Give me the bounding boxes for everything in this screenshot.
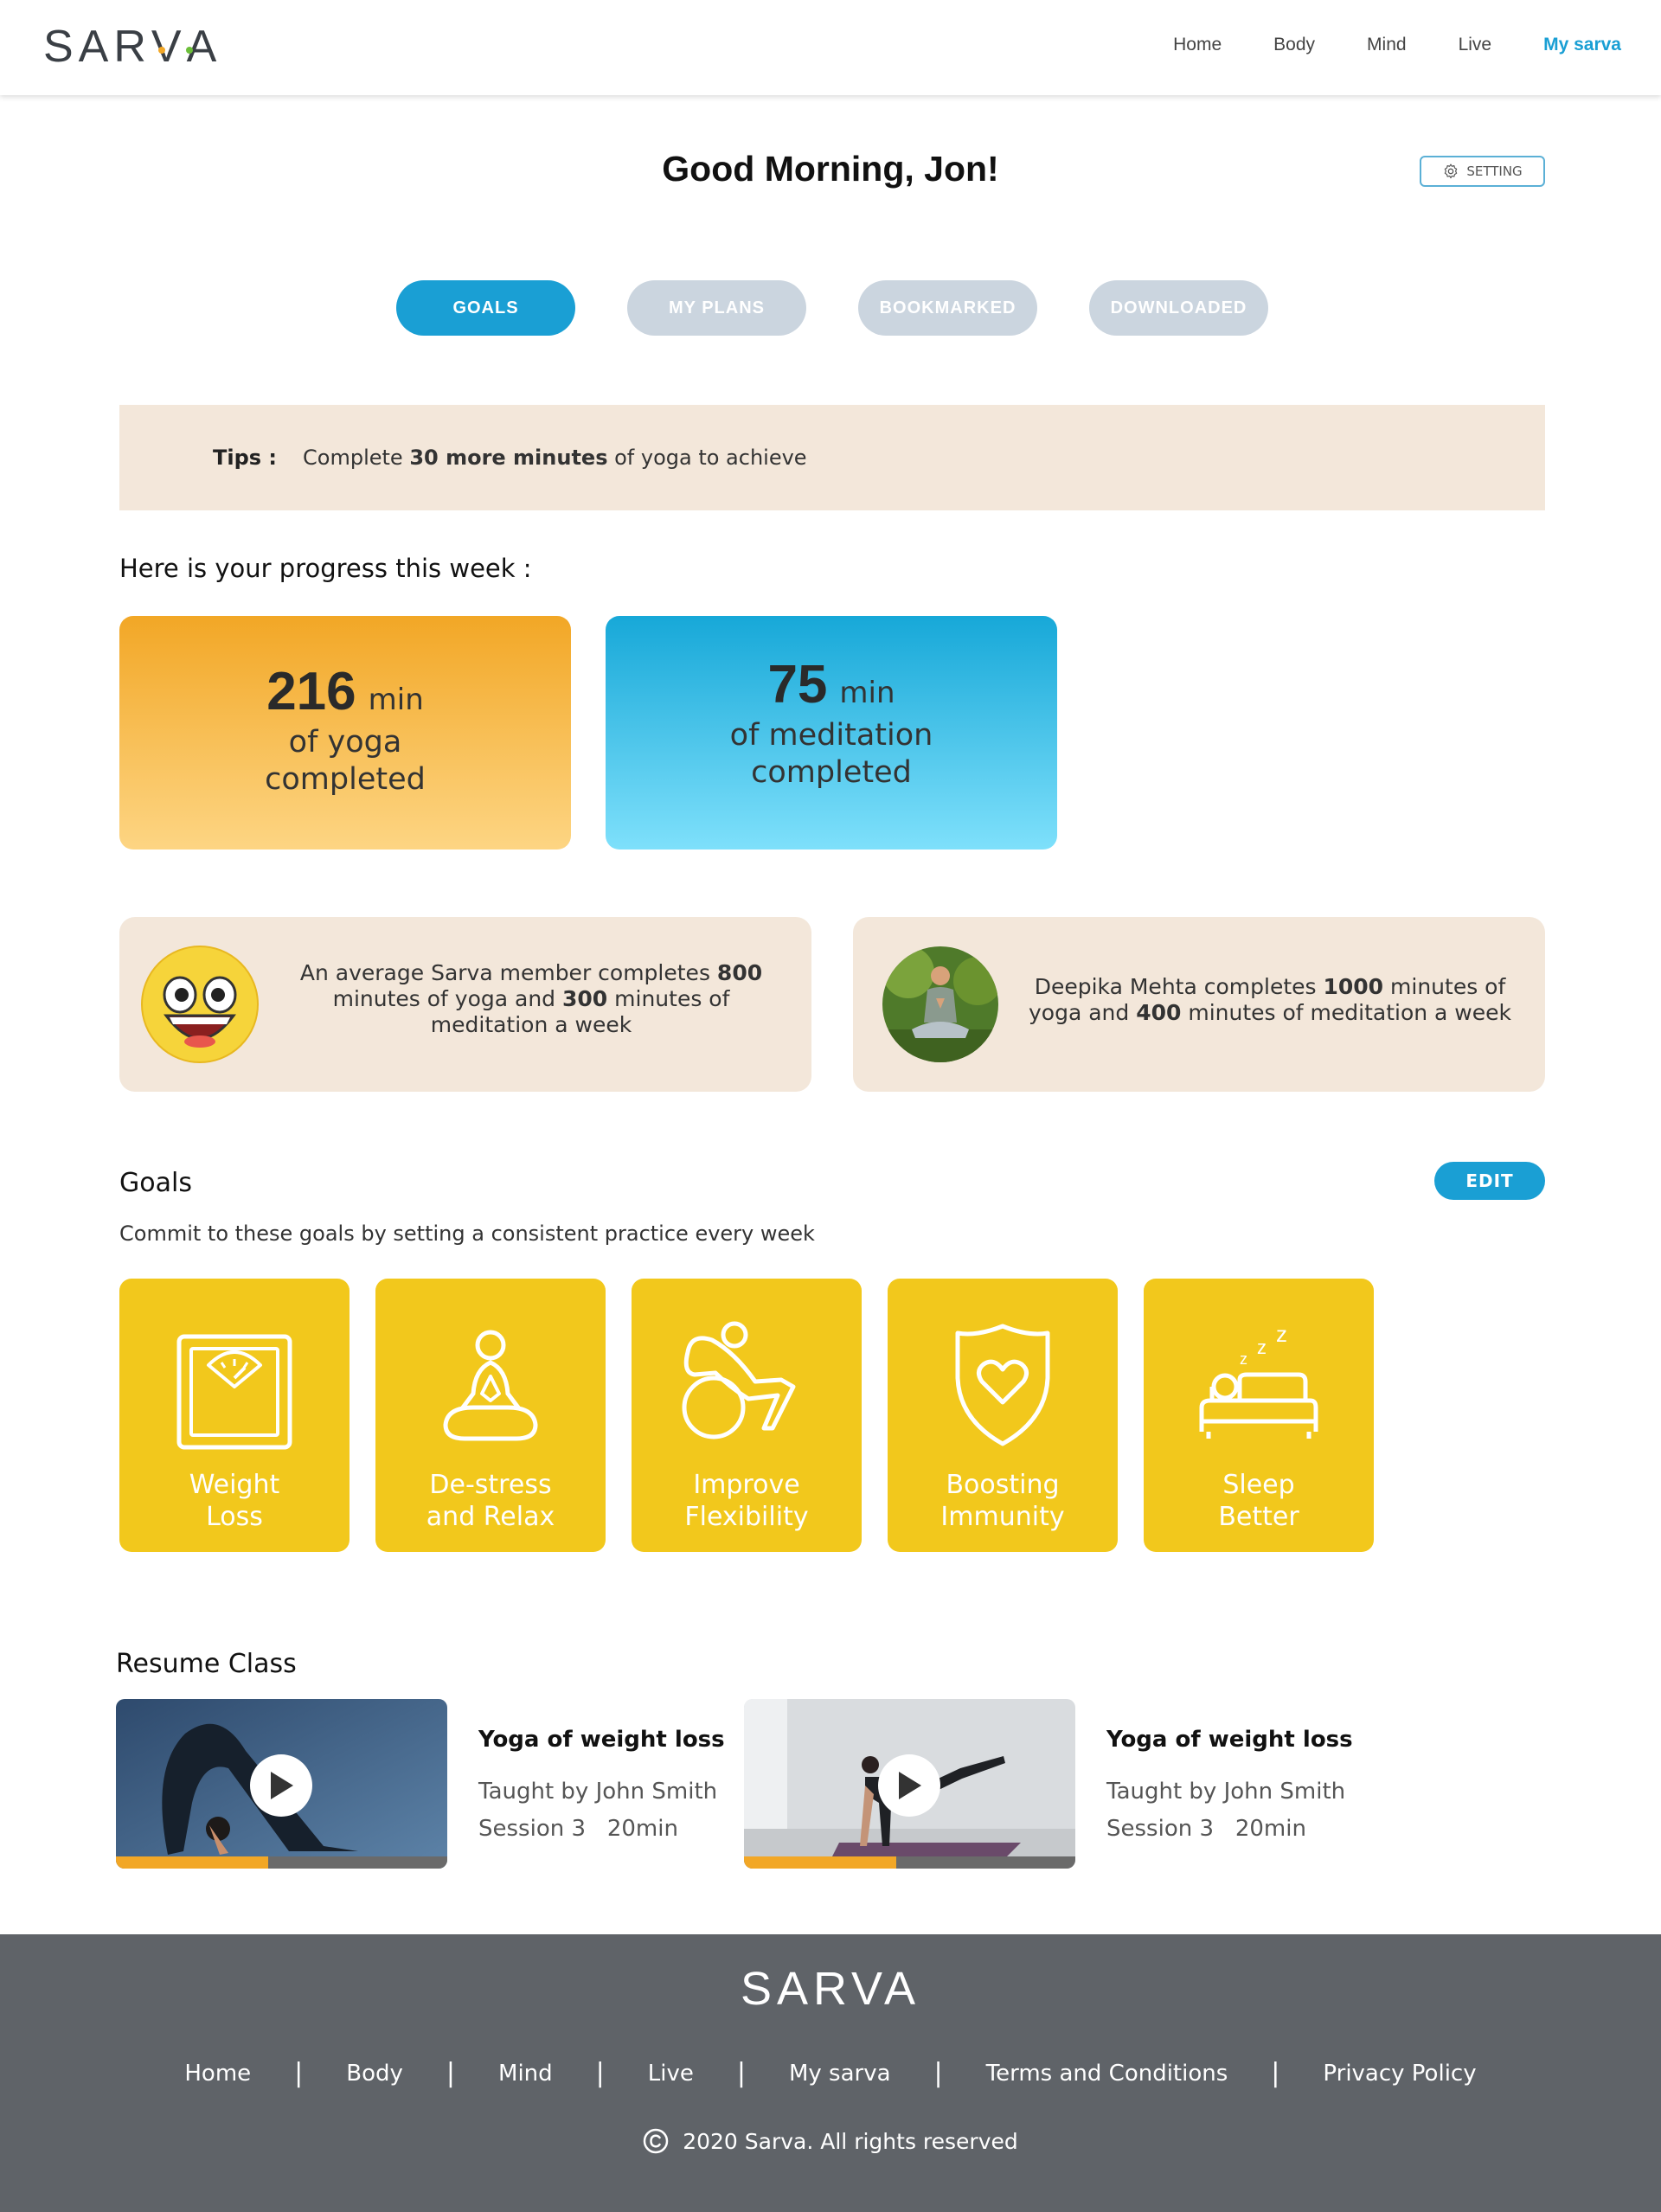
class-thumbnail-1[interactable]	[116, 1699, 447, 1869]
goal-sleep-better[interactable]: z z z Sleep Better	[1144, 1279, 1374, 1552]
average-member-text: An average Sarva member completes 800 mi…	[299, 960, 763, 1037]
footer-link-mind[interactable]: Mind	[498, 2061, 553, 2087]
yoga-stat-line2: completed	[265, 762, 426, 797]
nav-home[interactable]: Home	[1173, 35, 1222, 55]
goal-label: Boosting Immunity	[940, 1470, 1065, 1532]
nav-body[interactable]: Body	[1273, 35, 1315, 55]
meditation-stat-line2: completed	[751, 755, 912, 790]
footer-link-terms[interactable]: Terms and Conditions	[986, 2061, 1228, 2087]
scale-icon	[176, 1334, 292, 1450]
top-header: SAR V A Home Body Mind Live My sarva	[0, 0, 1661, 95]
logo-v-mark: V	[151, 21, 193, 73]
meditation-icon	[443, 1330, 538, 1441]
goal-improve-flexibility[interactable]: Improve Flexibility	[632, 1279, 862, 1552]
happy-emoji-icon	[141, 946, 259, 1063]
class-thumbnail-2[interactable]	[744, 1699, 1075, 1869]
goal-weight-loss[interactable]: Weight Loss	[119, 1279, 350, 1552]
meditation-stat-line1: of meditation	[729, 718, 933, 753]
divider: |	[736, 2058, 746, 2088]
footer-link-privacy[interactable]: Privacy Policy	[1323, 2061, 1476, 2087]
tab-goals[interactable]: GOALS	[396, 280, 575, 336]
footer-links: Home | Body | Mind | Live | My sarva | T…	[0, 2058, 1661, 2088]
average-member-card: An average Sarva member completes 800 mi…	[119, 917, 811, 1092]
goals-subtitle: Commit to these goals by setting a consi…	[119, 1221, 815, 1246]
goal-label: Improve Flexibility	[684, 1470, 809, 1532]
footer-link-home[interactable]: Home	[184, 2061, 251, 2087]
tab-bar: GOALS MY PLANS BOOKMARKED DOWNLOADED	[396, 280, 1268, 336]
yoga-minutes-unit: min	[368, 683, 424, 717]
class-session: Session 3 20min	[478, 1816, 678, 1842]
class-info-1: Yoga of weight loss Taught by John Smith…	[478, 1727, 725, 1848]
class-session: Session 3 20min	[1106, 1816, 1306, 1842]
yoga-stat-line1: of yoga	[288, 725, 402, 760]
goal-boosting-immunity[interactable]: Boosting Immunity	[888, 1279, 1118, 1552]
footer-link-my-sarva[interactable]: My sarva	[789, 2061, 891, 2087]
class-progress-bar	[116, 1856, 447, 1869]
play-icon	[271, 1772, 293, 1799]
avatar	[882, 946, 998, 1062]
divider: |	[595, 2058, 605, 2088]
class-progress-fill	[116, 1856, 269, 1869]
nav-my-sarva[interactable]: My sarva	[1543, 35, 1621, 55]
goal-label: Weight Loss	[189, 1470, 280, 1532]
sleep-bed-icon: z z z	[1199, 1321, 1318, 1439]
deepika-text: Deepika Mehta completes 1000 minutes of …	[1029, 974, 1511, 1025]
footer-link-body[interactable]: Body	[346, 2061, 403, 2087]
goals-title: Goals	[119, 1168, 192, 1198]
class-title[interactable]: Yoga of weight loss	[1106, 1727, 1353, 1753]
greeting-title: Good Morning, Jon!	[662, 149, 999, 189]
play-button[interactable]	[250, 1754, 312, 1817]
tab-my-plans[interactable]: MY PLANS	[627, 280, 806, 336]
class-progress-bar	[744, 1856, 1075, 1869]
play-button[interactable]	[878, 1754, 940, 1817]
divider: |	[446, 2058, 456, 2088]
tab-downloaded[interactable]: DOWNLOADED	[1089, 280, 1268, 336]
sarva-logo[interactable]: SAR V A	[43, 21, 221, 73]
shield-heart-icon	[955, 1324, 1050, 1446]
play-icon	[899, 1772, 921, 1799]
class-title[interactable]: Yoga of weight loss	[478, 1727, 725, 1753]
setting-button[interactable]: SETTING	[1420, 156, 1545, 187]
meditation-stat-card: 75 min of meditation completed	[606, 616, 1057, 850]
footer-logo[interactable]: SARVA	[0, 1962, 1661, 2016]
tips-label: Tips :	[213, 446, 278, 470]
class-progress-fill	[744, 1856, 897, 1869]
copyright-icon	[643, 2128, 669, 2154]
svg-text:z: z	[1257, 1337, 1267, 1358]
tips-banner: Tips : Complete 30 more minutes of yoga …	[119, 405, 1545, 510]
deepika-card: Deepika Mehta completes 1000 minutes of …	[853, 917, 1545, 1092]
class-teacher: Taught by John Smith	[1106, 1779, 1346, 1805]
copyright: 2020 Sarva. All rights reserved	[0, 2128, 1661, 2154]
goal-label: Sleep Better	[1218, 1470, 1299, 1532]
nav-mind[interactable]: Mind	[1367, 35, 1407, 55]
divider: |	[294, 2058, 304, 2088]
class-info-2: Yoga of weight loss Taught by John Smith…	[1106, 1727, 1353, 1848]
class-teacher: Taught by John Smith	[478, 1779, 718, 1805]
svg-text:z: z	[1276, 1321, 1287, 1347]
progress-title: Here is your progress this week :	[119, 554, 532, 583]
goal-de-stress[interactable]: De-stress and Relax	[375, 1279, 606, 1552]
svg-text:z: z	[1240, 1350, 1247, 1368]
exercise-ball-icon	[682, 1321, 796, 1439]
main-nav: Home Body Mind Live My sarva	[1121, 35, 1621, 55]
setting-label: SETTING	[1466, 163, 1523, 179]
nav-live[interactable]: Live	[1459, 35, 1492, 55]
edit-goals-button[interactable]: EDIT	[1434, 1162, 1545, 1200]
meditation-minutes-value: 75	[767, 655, 828, 715]
footer-link-live[interactable]: Live	[648, 2061, 694, 2087]
gear-icon	[1445, 163, 1458, 179]
divider: |	[933, 2058, 943, 2088]
divider: |	[1271, 2058, 1280, 2088]
goal-label: De-stress and Relax	[426, 1470, 555, 1532]
tab-bookmarked[interactable]: BOOKMARKED	[858, 280, 1037, 336]
resume-class-title: Resume Class	[116, 1649, 297, 1679]
meditation-minutes-unit: min	[839, 676, 895, 710]
yoga-minutes-value: 216	[266, 662, 356, 721]
tips-text: Complete 30 more minutes of yoga to achi…	[303, 446, 807, 470]
copyright-text: 2020 Sarva. All rights reserved	[683, 2128, 1018, 2154]
logo-v-mark: V	[851, 1963, 885, 2015]
yoga-stat-card: 216 min of yoga completed	[119, 616, 571, 850]
